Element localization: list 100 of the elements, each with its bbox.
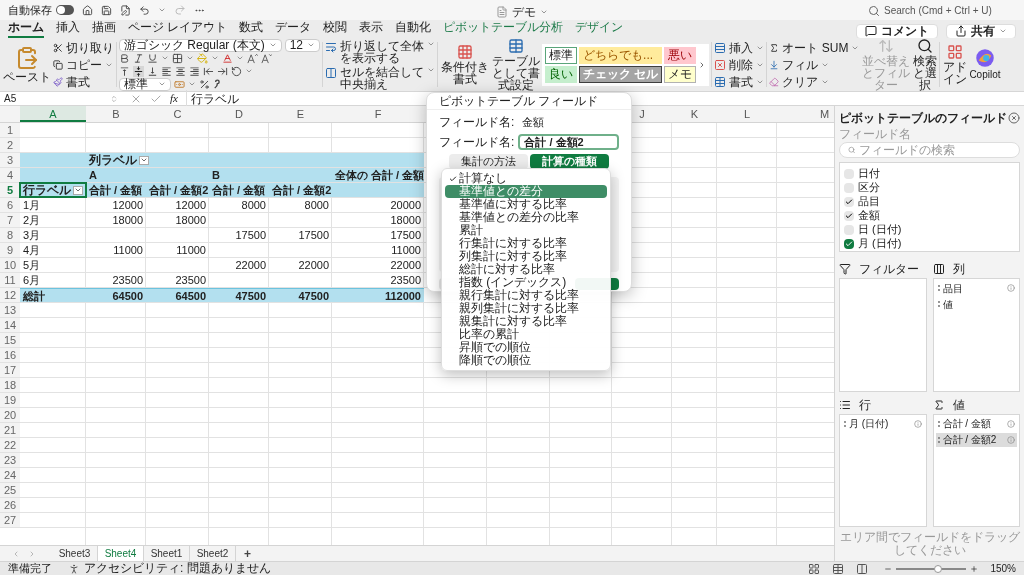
delete-cells-button[interactable]: 削除 [714, 56, 765, 73]
column-header[interactable]: A [20, 106, 86, 122]
number-format-select[interactable]: 標準 [119, 77, 171, 91]
field-item[interactable]: 金額 [844, 209, 1015, 222]
row-number[interactable]: 18 [0, 378, 20, 392]
align-middle-icon[interactable] [133, 65, 144, 77]
caret-icon[interactable] [268, 41, 277, 49]
decrease-font-icon[interactable] [261, 52, 272, 64]
row-number[interactable]: 8 [0, 228, 20, 242]
font-select[interactable]: 游ゴシック Regular (本文) [119, 38, 282, 52]
column-header[interactable]: J [612, 106, 672, 122]
align-top-icon[interactable] [119, 65, 130, 77]
ribbon-tab[interactable]: デザイン [575, 20, 624, 38]
field-item[interactable]: 日 (日付) [844, 223, 1015, 236]
menu-item[interactable]: 列集計に対する比率 [445, 250, 607, 263]
field-item[interactable]: 日付 [844, 167, 1015, 180]
ribbon-tab[interactable]: 表示 [359, 20, 384, 38]
accessibility-status[interactable]: アクセシビリティ: 問題ありません [84, 562, 271, 575]
row-number[interactable]: 3 [0, 153, 20, 167]
caret-icon[interactable] [186, 54, 194, 62]
copilot-button[interactable]: Copilot [969, 48, 1001, 81]
cut-button[interactable]: 切り取り [53, 39, 114, 56]
comment-button[interactable]: コメント [856, 23, 938, 39]
autosum-button[interactable]: オート SUM [769, 39, 860, 56]
row-number[interactable]: 20 [0, 408, 20, 422]
area-item[interactable]: 合計 / 金額2 [935, 432, 1017, 447]
caret-icon[interactable] [161, 54, 169, 62]
row-number[interactable]: 4 [0, 168, 20, 182]
format-cells-button[interactable]: 書式 [714, 73, 765, 90]
italic-icon[interactable] [133, 52, 144, 64]
area-item[interactable]: 値 [935, 297, 1017, 311]
row-number[interactable]: 2 [0, 138, 20, 152]
increase-font-icon[interactable] [247, 52, 258, 64]
merge-button[interactable]: セルを結合して中央揃え [325, 65, 436, 90]
menu-item[interactable]: 総計に対する比率 [445, 263, 607, 276]
row-number[interactable]: 15 [0, 333, 20, 347]
caret-icon[interactable] [307, 41, 316, 49]
page-break-icon[interactable] [856, 562, 869, 575]
cell-style[interactable]: 悪い [664, 46, 697, 64]
column-header[interactable]: B [86, 106, 146, 122]
ribbon-tab[interactable]: ページ レイアウト [128, 20, 228, 38]
comma-icon[interactable] [213, 78, 220, 90]
checkbox[interactable] [844, 224, 854, 235]
edit-file-icon[interactable] [120, 4, 131, 16]
caret-icon[interactable] [211, 54, 219, 62]
normal-view-icon[interactable] [808, 562, 821, 575]
align-left-icon[interactable] [161, 65, 172, 77]
menu-item[interactable]: 親列集計に対する比率 [445, 302, 607, 315]
field-item[interactable]: 区分 [844, 181, 1015, 194]
ribbon-tab[interactable]: ピボットテーブル分析 [443, 20, 564, 38]
caret-icon[interactable] [158, 6, 166, 14]
share-button[interactable]: 共有 [946, 23, 1016, 39]
orientation-icon[interactable] [231, 65, 242, 77]
format-painter-button[interactable]: 書式 [53, 73, 114, 90]
caret-icon[interactable] [999, 27, 1007, 35]
row-number[interactable]: 24 [0, 468, 20, 482]
font-color-icon[interactable] [222, 52, 233, 64]
menu-item[interactable]: 基準値との差分 [445, 185, 607, 198]
zoom-slider[interactable] [896, 563, 967, 574]
search-field[interactable]: Search (Cmd + Ctrl + U) [868, 3, 1024, 18]
column-header[interactable]: M [777, 106, 834, 122]
row-number[interactable]: 19 [0, 393, 20, 407]
menu-item[interactable]: 降順での順位 [445, 354, 607, 367]
insert-cells-button[interactable]: 挿入 [714, 39, 765, 56]
row-number[interactable]: 14 [0, 318, 20, 332]
row-number[interactable]: 7 [0, 213, 20, 227]
menu-item[interactable]: 計算なし [445, 172, 607, 185]
copy-button[interactable]: コピー [53, 56, 114, 73]
ribbon-tab[interactable]: 自動化 [395, 20, 432, 38]
menu-item[interactable]: 親行集計に対する比率 [445, 289, 607, 302]
outdent-icon[interactable] [203, 65, 214, 77]
column-header[interactable]: F [332, 106, 424, 122]
filter-dropdown[interactable] [73, 185, 83, 195]
column-header[interactable]: C [146, 106, 209, 122]
column-header[interactable]: K [672, 106, 717, 122]
menu-item[interactable]: 基準値との差分の比率 [445, 211, 607, 224]
row-number[interactable]: 5 [0, 183, 20, 197]
row-number[interactable]: 13 [0, 303, 20, 317]
checkbox[interactable] [844, 210, 854, 221]
zoom-in-icon[interactable] [970, 564, 979, 573]
column-header[interactable]: L [717, 106, 777, 122]
ribbon-tab[interactable]: 校閲 [323, 20, 348, 38]
row-number[interactable]: 26 [0, 498, 20, 512]
wrap-text-button[interactable]: 折り返して全体を表示する [325, 39, 436, 64]
area-item[interactable]: 月 (日付) [842, 416, 924, 431]
checkbox[interactable] [844, 168, 854, 179]
menu-item[interactable]: 比率の累計 [445, 328, 607, 341]
row-number[interactable]: 1 [0, 123, 20, 137]
clear-button[interactable]: クリア [769, 73, 860, 90]
redo-icon[interactable] [174, 4, 186, 16]
autosave-toggle[interactable] [56, 5, 74, 15]
save-icon[interactable] [101, 4, 112, 16]
active-cell[interactable]: 行ラベル [20, 183, 86, 197]
filter-dropdown[interactable] [139, 155, 149, 165]
function-button[interactable]: fx [170, 90, 178, 107]
close-icon[interactable] [1008, 112, 1020, 124]
caret-icon[interactable] [158, 80, 166, 88]
info-icon[interactable] [1007, 435, 1015, 444]
menu-item[interactable]: 指数 (インデックス) [445, 276, 607, 289]
row-number[interactable]: 16 [0, 348, 20, 362]
